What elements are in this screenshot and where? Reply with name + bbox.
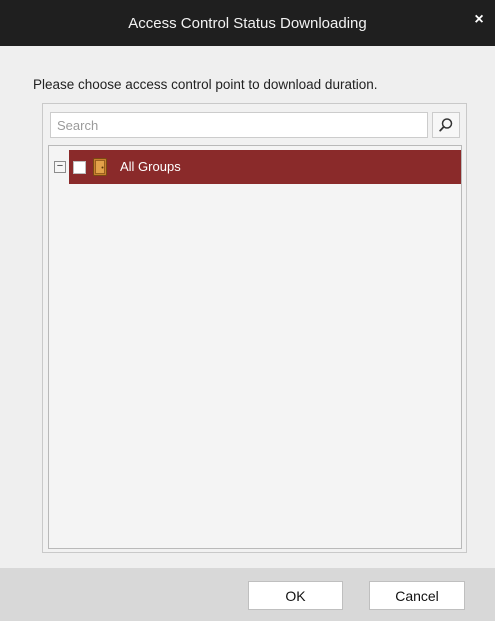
ok-button[interactable]: OK: [248, 581, 343, 610]
access-control-status-dialog: Access Control Status Downloading × Plea…: [0, 0, 495, 621]
dialog-title: Access Control Status Downloading: [128, 14, 367, 32]
close-icon[interactable]: ×: [469, 10, 489, 30]
access-point-tree[interactable]: − All Groups: [48, 145, 462, 549]
collapse-toggle[interactable]: −: [54, 161, 66, 173]
tree-item-all-groups[interactable]: − All Groups: [49, 150, 461, 184]
tree-item-label: All Groups: [120, 159, 181, 174]
search-button[interactable]: [432, 112, 460, 138]
instruction-text: Please choose access control point to do…: [33, 77, 378, 92]
search-input[interactable]: [50, 112, 428, 138]
group-checkbox[interactable]: [73, 161, 86, 174]
cancel-button[interactable]: Cancel: [369, 581, 465, 610]
search-icon: [439, 118, 453, 132]
title-bar: Access Control Status Downloading ×: [0, 0, 495, 46]
door-group-icon: [93, 158, 107, 176]
